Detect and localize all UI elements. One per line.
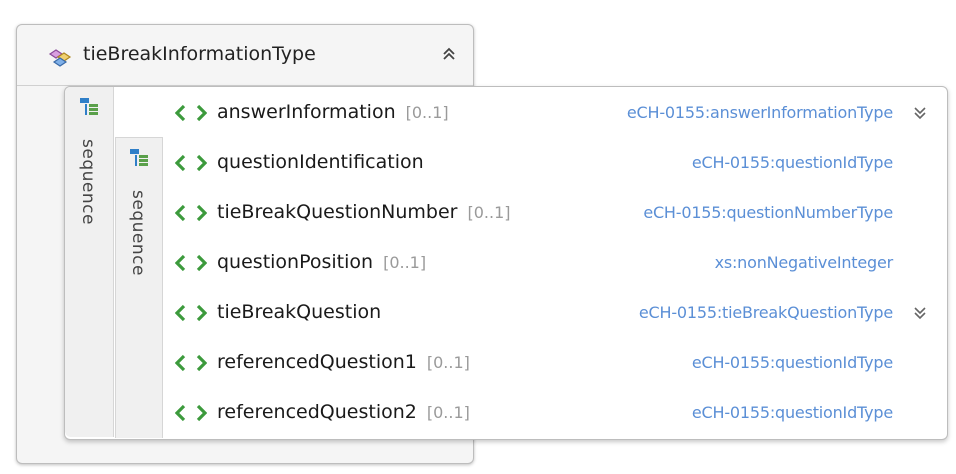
element-icon xyxy=(175,254,207,272)
element-name: answerInformation [0..1] xyxy=(217,101,449,123)
sequence-icon xyxy=(80,98,98,115)
element-type-link[interactable]: eCH-0155:questionIdType xyxy=(692,353,893,372)
element-icon xyxy=(175,404,207,422)
element-type-link[interactable]: eCH-0155:tieBreakQuestionType xyxy=(639,303,893,322)
sequence-box: sequence sequence answerInformation [0..1… xyxy=(64,86,948,440)
complex-type-name: tieBreakInformationType xyxy=(83,43,316,65)
collapse-up-icon[interactable] xyxy=(441,45,457,63)
element-name: referencedQuestion1 [0..1] xyxy=(217,351,470,373)
element-cardinality: [0..1] xyxy=(426,353,470,372)
complex-type-icon xyxy=(48,49,72,67)
element-row[interactable]: answerInformation [0..1] eCH-0155:answerI… xyxy=(165,88,947,138)
element-type-link[interactable]: eCH-0155:questionIdType xyxy=(692,403,893,422)
element-row[interactable]: tieBreakQuestion eCH-0155:tieBreakQuesti… xyxy=(165,288,947,338)
element-row[interactable]: referencedQuestion2 [0..1] eCH-0155:quest… xyxy=(165,388,947,438)
element-cardinality: [0..1] xyxy=(383,253,427,272)
element-cardinality: [0..1] xyxy=(426,403,470,422)
outer-sequence-label: sequence xyxy=(78,139,98,225)
expand-down-icon[interactable] xyxy=(913,105,927,121)
element-row[interactable]: referencedQuestion1 [0..1] eCH-0155:quest… xyxy=(165,338,947,388)
element-row[interactable]: tieBreakQuestionNumber [0..1] eCH-0155:qu… xyxy=(165,188,947,238)
sequence-icon xyxy=(130,149,148,166)
element-cardinality: [0..1] xyxy=(467,203,511,222)
expand-down-icon[interactable] xyxy=(913,305,927,321)
outer-sequence-tab[interactable]: sequence xyxy=(65,87,114,437)
element-name: referencedQuestion2 [0..1] xyxy=(217,401,470,423)
inner-sequence-tab[interactable]: sequence xyxy=(115,137,163,438)
element-icon xyxy=(175,104,207,122)
element-type-link[interactable]: eCH-0155:questionIdType xyxy=(692,153,893,172)
element-type-link[interactable]: eCH-0155:questionNumberType xyxy=(643,203,893,222)
element-icon xyxy=(175,154,207,172)
element-name: questionIdentification xyxy=(217,151,424,173)
element-row[interactable]: questionIdentification eCH-0155:question… xyxy=(165,138,947,188)
element-name: questionPosition [0..1] xyxy=(217,251,427,273)
element-type-link[interactable]: xs:nonNegativeInteger xyxy=(715,253,894,272)
element-type-link[interactable]: eCH-0155:answerInformationType xyxy=(627,103,893,122)
element-cardinality: [0..1] xyxy=(405,103,449,122)
element-name: tieBreakQuestionNumber [0..1] xyxy=(217,201,511,223)
element-icon xyxy=(175,304,207,322)
element-row[interactable]: questionPosition [0..1] xs:nonNegativeInt… xyxy=(165,238,947,288)
element-name: tieBreakQuestion xyxy=(217,301,382,323)
element-icon xyxy=(175,354,207,372)
complex-type-header[interactable]: tieBreakInformationType xyxy=(17,25,473,86)
element-icon xyxy=(175,204,207,222)
inner-sequence-label: sequence xyxy=(128,190,148,276)
